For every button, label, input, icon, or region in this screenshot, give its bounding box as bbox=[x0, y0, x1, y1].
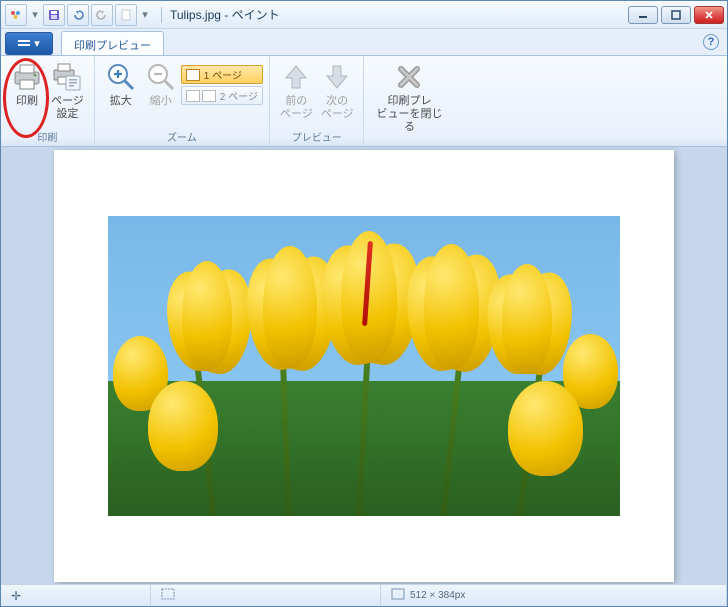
page-view-options: 1 ページ 2 ページ bbox=[181, 59, 263, 105]
qat-save-button[interactable] bbox=[43, 4, 65, 26]
file-menu-icon bbox=[18, 39, 30, 49]
qat-undo-button[interactable] bbox=[67, 4, 89, 26]
cursor-position-icon: ✛ bbox=[11, 589, 21, 603]
one-page-label: 1 ページ bbox=[204, 67, 242, 82]
status-selection bbox=[151, 585, 381, 606]
one-page-icon bbox=[186, 69, 200, 81]
status-cursor-pos: ✛ bbox=[1, 585, 151, 606]
window-controls bbox=[628, 6, 727, 24]
close-button[interactable] bbox=[694, 6, 724, 24]
chevron-down-icon: ▾ bbox=[34, 37, 40, 50]
tab-print-preview[interactable]: 印刷プレビュー bbox=[61, 31, 164, 55]
minimize-button[interactable] bbox=[628, 6, 658, 24]
zoom-out-icon bbox=[145, 61, 177, 93]
title-separator bbox=[161, 7, 162, 23]
ribbon-group-preview: 前の ページ 次の ページ プレビュー bbox=[270, 56, 365, 146]
arrow-up-icon bbox=[280, 61, 312, 93]
app-menu-dropdown-icon[interactable]: ▾ bbox=[29, 8, 41, 21]
next-page-label: 次の ページ bbox=[321, 95, 354, 121]
zoom-in-button[interactable]: 拡大 bbox=[101, 59, 141, 110]
ribbon-group-zoom: 拡大 縮小 1 ページ 2 ページ bbox=[95, 56, 270, 146]
ribbon-group-close: 印刷プレ ビューを閉じる bbox=[364, 56, 454, 146]
close-preview-icon bbox=[393, 61, 425, 93]
tab-strip: ▾ 印刷プレビュー ? bbox=[1, 29, 727, 55]
close-preview-label: 印刷プレ ビューを閉じる bbox=[374, 95, 444, 134]
help-button[interactable]: ? bbox=[703, 34, 719, 50]
qat-customize-dropdown-icon[interactable]: ▾ bbox=[139, 8, 151, 21]
printer-icon bbox=[11, 61, 43, 93]
preview-image bbox=[108, 216, 620, 516]
status-image-dimensions: 512 × 384px bbox=[381, 585, 727, 606]
maximize-button[interactable] bbox=[661, 6, 691, 24]
page-setup-icon bbox=[51, 61, 83, 93]
selection-size-icon bbox=[161, 588, 175, 603]
two-page-icon bbox=[186, 90, 200, 102]
next-page-button[interactable]: 次の ページ bbox=[317, 59, 358, 123]
zoom-out-button[interactable]: 縮小 bbox=[141, 59, 181, 110]
dimensions-text: 512 × 384px bbox=[410, 590, 465, 601]
file-menu-button[interactable]: ▾ bbox=[5, 32, 53, 55]
print-button[interactable]: 印刷 bbox=[7, 59, 47, 110]
two-page-icon-2 bbox=[202, 90, 216, 102]
qat-redo-button[interactable] bbox=[91, 4, 113, 26]
ribbon-group-print-label: 印刷 bbox=[37, 129, 57, 146]
two-page-button[interactable]: 2 ページ bbox=[181, 86, 263, 105]
print-label: 印刷 bbox=[16, 95, 38, 108]
page-setup-label: ページ 設定 bbox=[51, 95, 84, 121]
help-icon: ? bbox=[708, 36, 715, 48]
one-page-button[interactable]: 1 ページ bbox=[181, 65, 263, 84]
arrow-down-icon bbox=[321, 61, 353, 93]
qat-new-button[interactable] bbox=[115, 4, 137, 26]
titlebar: ▾ ▾ Tulips.jpg - ペイント bbox=[1, 1, 727, 29]
ribbon-group-print: 印刷 ページ 設定 印刷 bbox=[1, 56, 95, 146]
app-icon[interactable] bbox=[5, 4, 27, 26]
window-title: Tulips.jpg - ペイント bbox=[168, 6, 628, 23]
status-bar: ✛ 512 × 384px bbox=[1, 584, 727, 606]
page-setup-button[interactable]: ページ 設定 bbox=[47, 59, 88, 123]
ribbon-group-preview-label: プレビュー bbox=[292, 129, 342, 146]
app-window: ▾ ▾ Tulips.jpg - ペイント bbox=[0, 0, 728, 607]
prev-page-label: 前の ページ bbox=[280, 95, 313, 121]
prev-page-button[interactable]: 前の ページ bbox=[276, 59, 317, 123]
zoom-in-icon bbox=[105, 61, 137, 93]
preview-area[interactable] bbox=[1, 147, 727, 584]
quick-access-toolbar: ▾ ▾ bbox=[1, 4, 155, 26]
dimensions-icon bbox=[391, 588, 405, 603]
zoom-in-label: 拡大 bbox=[110, 95, 132, 108]
two-page-label: 2 ページ bbox=[220, 88, 258, 103]
close-preview-button[interactable]: 印刷プレ ビューを閉じる bbox=[370, 59, 448, 136]
ribbon: 印刷 ページ 設定 印刷 拡大 bbox=[1, 55, 727, 147]
ribbon-group-zoom-label: ズーム bbox=[167, 129, 197, 146]
zoom-out-label: 縮小 bbox=[150, 95, 172, 108]
tab-label: 印刷プレビュー bbox=[74, 37, 151, 53]
preview-page bbox=[54, 150, 674, 582]
